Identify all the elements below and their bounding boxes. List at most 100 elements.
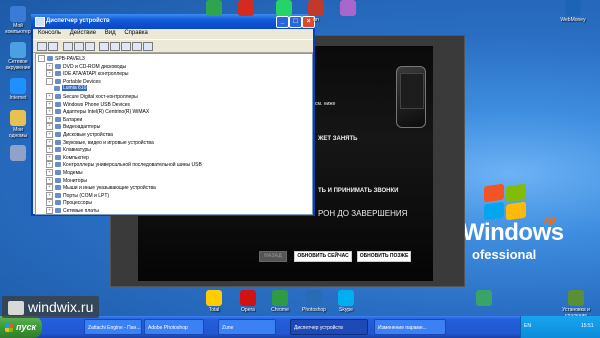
desktop-icon[interactable]: Total xyxy=(196,290,232,313)
computer-icon[interactable] xyxy=(99,42,109,51)
taskbar-button[interactable]: Изменение параме... xyxy=(374,319,446,335)
expand-icon[interactable]: + xyxy=(46,184,53,192)
uninstall-device-icon[interactable] xyxy=(143,42,153,51)
tree-item[interactable]: + Windows Phone USB Devices xyxy=(46,100,130,108)
tree-item[interactable]: + Батареи xyxy=(46,115,82,123)
windows-flag-icon xyxy=(484,183,530,223)
tree-item[interactable]: + Адаптеры Intel(R) Centrino(R) WiMAX xyxy=(46,108,149,116)
desktop-icon[interactable]: Мой компьютер xyxy=(0,6,36,35)
tree-item-label: Компьютер xyxy=(63,154,89,161)
desktop-icon[interactable]: Сетевое окружение xyxy=(0,42,36,71)
desktop-icon[interactable]: Opera xyxy=(230,290,266,313)
tree-item[interactable]: + Secure Digital хост-контроллеры xyxy=(46,93,138,100)
tree-item[interactable]: + DVD и CD-ROM дисководы xyxy=(46,62,126,70)
window-title: Диспетчер устройств xyxy=(46,18,110,24)
tree-item-selected[interactable]: Lumia 610 xyxy=(54,85,88,92)
chrome-icon xyxy=(272,290,288,306)
expand-icon[interactable]: + xyxy=(46,70,53,78)
expand-icon[interactable]: + xyxy=(46,176,53,184)
tree-item[interactable]: + Видеоадаптеры xyxy=(46,123,101,131)
menu-view[interactable]: Вид xyxy=(105,30,116,36)
desktop-icon[interactable]: Skype xyxy=(328,290,364,313)
taskbar-button[interactable]: Диспетчер устройств xyxy=(290,319,368,335)
desktop-icon[interactable] xyxy=(228,0,264,17)
media-text-4: РОН ДО ЗАВЕРШЕНИЯ xyxy=(318,209,408,218)
tree-item[interactable]: + Процессоры xyxy=(46,199,92,207)
desktop-icon[interactable]: Мои одномы xyxy=(0,110,36,139)
back-button[interactable]: НАЗАД xyxy=(259,251,287,262)
tree-item[interactable]: + Звуковые, видео и игровые устройства xyxy=(46,138,154,146)
tree-item[interactable]: + Модемы xyxy=(46,169,83,176)
desktop-icon[interactable]: Photoshop xyxy=(296,290,332,313)
expand-icon[interactable]: + xyxy=(46,146,53,154)
collapse-icon[interactable]: - xyxy=(38,55,45,62)
start-button[interactable]: пуск xyxy=(0,316,42,338)
desktop-icon[interactable] xyxy=(266,0,302,17)
tree-item[interactable]: + Мониторы xyxy=(46,176,87,184)
menu-action[interactable]: Действие xyxy=(70,30,96,36)
watermark: windwix.ru xyxy=(2,296,100,318)
tree-item[interactable]: + Дисковые устройства xyxy=(46,131,113,138)
update-driver-icon[interactable] xyxy=(121,42,131,51)
expand-icon[interactable]: + xyxy=(46,153,53,161)
install-icon xyxy=(568,290,584,306)
tree-item[interactable]: + Компьютер xyxy=(46,153,89,161)
expand-icon[interactable]: + xyxy=(46,199,53,207)
help-icon[interactable] xyxy=(85,42,95,51)
desktop-icon[interactable]: Установка и удаление xyxy=(558,290,594,316)
properties-icon[interactable] xyxy=(74,42,84,51)
show-tree-icon[interactable] xyxy=(63,42,73,51)
tree-item-label: Дисковые устройства xyxy=(63,131,113,138)
tree-item[interactable]: + Мыши и иные указывающие устройства xyxy=(46,184,156,192)
update-later-button[interactable]: ОБНОВИТЬ ПОЗЖЕ xyxy=(357,251,411,262)
tree-item[interactable]: - Portable Devices xyxy=(46,77,101,85)
forward-arrow-icon[interactable] xyxy=(48,42,58,51)
expand-icon[interactable]: + xyxy=(46,100,53,108)
desktop-icon-label: Skype xyxy=(339,307,353,313)
tree-item[interactable]: - SPB-PAVEL3 xyxy=(38,55,85,62)
expand-icon[interactable]: + xyxy=(46,161,53,169)
tree-item[interactable]: + Контроллеры универсальной последователь… xyxy=(46,161,202,169)
desktop-icon[interactable] xyxy=(0,145,36,162)
tree-item[interactable]: + Порты (COM и LPT) xyxy=(46,191,109,199)
tree-item-label: Portable Devices xyxy=(63,78,101,85)
expand-icon[interactable]: + xyxy=(46,191,53,199)
desktop-icon[interactable]: on xyxy=(298,0,334,23)
taskbar-button[interactable]: Adobe Photoshop xyxy=(144,319,204,335)
collapse-icon[interactable]: - xyxy=(46,77,53,85)
tree-item[interactable]: + Клавиатуры xyxy=(46,146,91,154)
desktop-icon[interactable] xyxy=(196,0,232,17)
tree-item-label: Видеоадаптеры xyxy=(63,124,101,131)
scan-hardware-icon[interactable] xyxy=(110,42,120,51)
taskbar-button[interactable]: Zune xyxy=(218,319,276,335)
tree-item-label: Звуковые, видео и игровые устройства xyxy=(63,139,154,146)
desktop-icon[interactable]: Internet xyxy=(0,78,36,101)
menu-help[interactable]: Справка xyxy=(124,30,148,36)
expand-icon[interactable]: + xyxy=(46,115,53,123)
expand-icon[interactable]: + xyxy=(46,207,53,214)
back-arrow-icon[interactable] xyxy=(37,42,47,51)
desktop-icon[interactable] xyxy=(466,290,502,307)
tree-item-label: Контроллеры универсальной последовательн… xyxy=(63,162,202,169)
tree-item[interactable]: + IDE ATA/ATAPI контроллеры xyxy=(46,70,128,78)
tree-item[interactable]: + Сетевые платы xyxy=(46,207,99,214)
expand-icon[interactable]: + xyxy=(46,131,53,138)
desktop-icon[interactable]: WebMoney xyxy=(555,0,591,23)
expand-icon[interactable]: + xyxy=(46,169,53,176)
disable-device-icon[interactable] xyxy=(132,42,142,51)
taskbar-button[interactable]: Zattachi Engine - Пан... xyxy=(84,319,142,335)
desktop-icon[interactable] xyxy=(330,0,366,17)
expand-icon[interactable]: + xyxy=(46,62,53,70)
app-green-icon xyxy=(206,0,222,16)
total-commander-icon xyxy=(206,290,222,306)
expand-icon[interactable]: + xyxy=(46,108,53,116)
menu-console[interactable]: Консоль xyxy=(38,30,61,36)
update-now-button[interactable]: ОБНОВИТЬ СЕЙЧАС xyxy=(294,251,352,262)
desktop-icon[interactable]: Chrome xyxy=(262,290,298,313)
expand-icon[interactable]: + xyxy=(46,123,53,131)
expand-icon[interactable]: + xyxy=(46,93,53,100)
language-indicator[interactable]: EN xyxy=(524,323,531,329)
device-manager-window: Диспетчер устройств _ □ × Консоль Действ… xyxy=(31,14,315,216)
minimize-button[interactable]: _ xyxy=(276,16,289,28)
expand-icon[interactable]: + xyxy=(46,138,53,146)
